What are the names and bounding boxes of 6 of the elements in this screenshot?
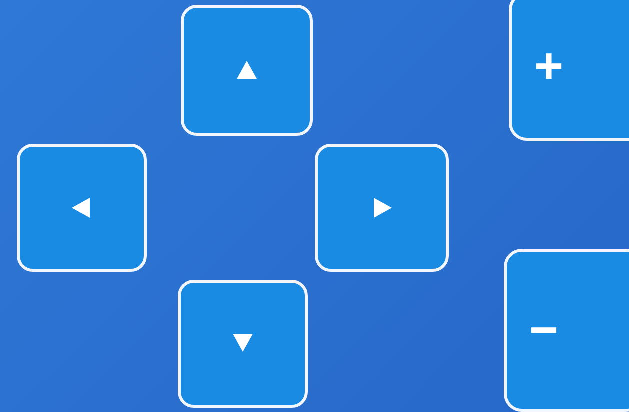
- up-arrow-button[interactable]: [181, 5, 313, 136]
- right-arrow-button[interactable]: [315, 144, 449, 272]
- left-arrow-button[interactable]: [17, 144, 147, 272]
- down-arrow-button[interactable]: [178, 280, 308, 408]
- zoom-in-button[interactable]: +: [509, 0, 629, 141]
- zoom-out-button[interactable]: −: [504, 248, 629, 412]
